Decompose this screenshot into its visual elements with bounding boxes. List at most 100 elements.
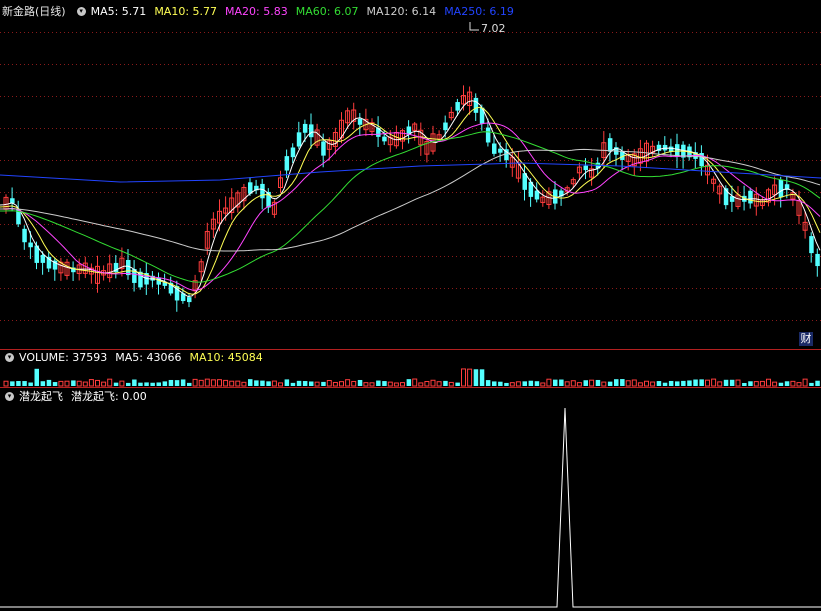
ma5-value: MA5: 5.71 (90, 4, 147, 18)
volume-bar (583, 380, 588, 386)
volume-bar (107, 378, 113, 387)
volume-bar (772, 381, 778, 387)
volume-bar (479, 369, 485, 386)
volume-bar (271, 380, 277, 387)
volume-bar (418, 382, 424, 387)
candle-body (809, 236, 814, 254)
volume-bar (540, 382, 546, 387)
volume-bar (309, 381, 314, 386)
volume-bar (387, 381, 393, 387)
volume-bar (504, 382, 509, 386)
volume-bar (138, 382, 143, 386)
volume-bar (34, 368, 39, 386)
candle-body (498, 148, 503, 153)
volume-bar (723, 379, 729, 386)
candle-body (187, 297, 192, 303)
volume-bar (393, 382, 399, 387)
volume-bar (101, 381, 107, 387)
candle-body (485, 127, 491, 143)
volume-bar (16, 381, 21, 386)
volume-bar (339, 381, 344, 387)
candle-body (748, 190, 753, 204)
volume-bar (204, 378, 210, 387)
price-grid (0, 32, 821, 388)
volume-bar (699, 379, 704, 386)
volume-bar (461, 368, 466, 387)
candle-body (357, 118, 363, 125)
volume-bar (515, 381, 521, 387)
volume-bar (144, 382, 149, 386)
finance-badge[interactable]: 财 (799, 332, 813, 346)
volume-bar (424, 381, 430, 387)
volume-bar (809, 382, 814, 386)
volume-bar (40, 381, 46, 386)
candle-body (455, 102, 460, 111)
volume-bar (3, 380, 9, 387)
volume-bar (406, 379, 412, 386)
signal-spike (0, 407, 821, 608)
volume-legend: ▾ VOLUME: 37593 MA5: 43066 MA10: 45084 (0, 348, 271, 366)
volume-bar (607, 381, 613, 386)
candle-body (260, 183, 265, 199)
volume-bar (28, 382, 33, 386)
volume-bar (711, 378, 717, 387)
volume-bars[interactable] (3, 368, 820, 387)
volume-bar (492, 381, 497, 386)
max-price-pointer (469, 22, 479, 31)
chevron-down-icon[interactable]: ▾ (5, 391, 14, 401)
candle-body (473, 97, 479, 113)
volume-bar (662, 382, 668, 386)
volume-bar (614, 379, 619, 386)
chevron-down-icon[interactable]: ▾ (76, 6, 86, 16)
ma250-line (0, 162, 821, 183)
volume-bar (589, 379, 595, 387)
volume-bar (296, 380, 302, 386)
volume-bar (790, 380, 796, 387)
volume-bar (631, 379, 637, 387)
volume-bar (321, 381, 326, 386)
volume-bar (332, 381, 338, 387)
volume-value: VOLUME: 37593 (19, 350, 108, 364)
volume-bar (620, 379, 625, 386)
ma60-value: MA60: 6.07 (295, 4, 359, 18)
volume-bar (796, 382, 802, 387)
candle-body (778, 179, 784, 198)
candle-body (28, 242, 33, 248)
volume-bar (88, 379, 94, 387)
stock-title: 新金路(日线) (2, 5, 66, 18)
volume-bar (156, 382, 161, 386)
volume-bar (748, 381, 753, 386)
volume-bar (223, 379, 229, 387)
volume-bar (180, 379, 186, 386)
volume-bar (553, 379, 558, 386)
volume-bar (546, 378, 552, 387)
volume-bar (95, 379, 100, 387)
volume-bar (369, 382, 375, 387)
price-candles[interactable] (3, 85, 820, 312)
volume-bar (443, 380, 448, 386)
volume-bar (46, 379, 52, 386)
volume-bar (278, 382, 283, 387)
volume-bar (436, 381, 442, 387)
signal-line (0, 407, 821, 608)
candle-body (492, 143, 497, 154)
volume-bar (400, 382, 405, 387)
volume-bar (284, 379, 290, 386)
volume-bar (644, 380, 649, 387)
volume-bar (229, 380, 235, 387)
volume-bar (248, 379, 253, 386)
volume-bar (675, 381, 680, 386)
volume-bar (210, 379, 216, 387)
chevron-down-icon[interactable]: ▾ (5, 352, 14, 362)
volume-bar (637, 382, 643, 387)
volume-bar (71, 380, 76, 386)
volume-bar (150, 382, 155, 386)
candle-body (22, 228, 27, 243)
candle-body (309, 124, 314, 138)
volume-bar (412, 378, 418, 387)
volume-bar (198, 379, 204, 387)
candle-body (815, 253, 820, 267)
volume-bar (473, 369, 479, 386)
volume-bar (113, 382, 119, 386)
volume-bar (326, 380, 332, 387)
